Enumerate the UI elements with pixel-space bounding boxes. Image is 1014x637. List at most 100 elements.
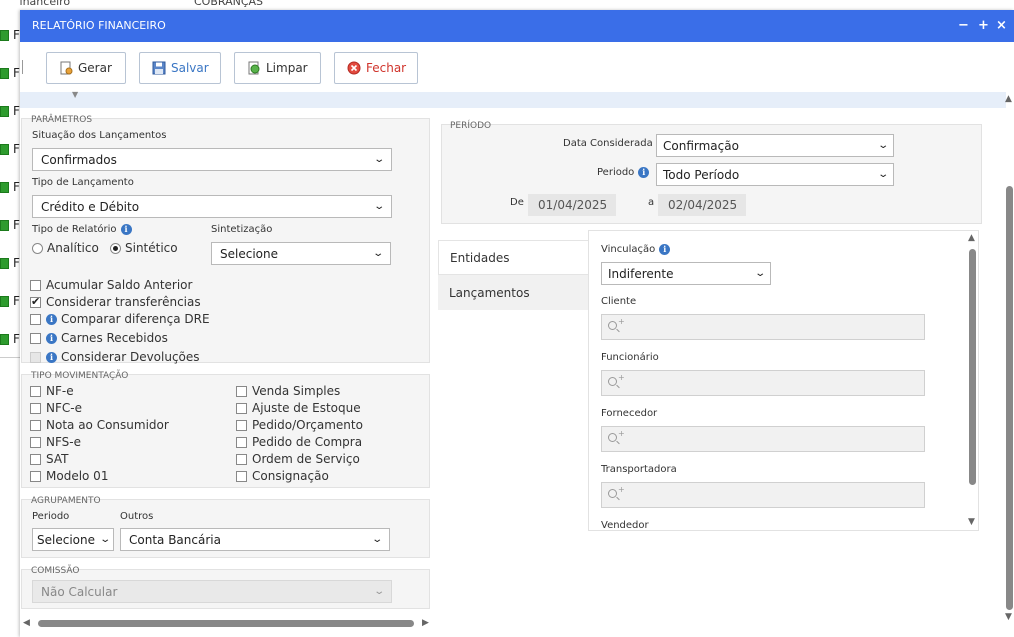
spreadsheet-icon [0,67,9,79]
chevron-down-icon: ⌄ [98,534,111,545]
panel-scrollbar[interactable]: ▲ ▼ [966,231,978,530]
tabs: Entidades Lançamentos [438,240,588,310]
info-icon[interactable]: i [46,332,57,344]
maximize-icon[interactable]: + [978,18,989,34]
info-icon[interactable]: i [46,351,57,363]
horizontal-scrollbar[interactable]: ◀ ▶ [20,616,440,630]
scrollbar-thumb[interactable] [1006,186,1013,610]
modelo01-checkbox[interactable]: Modelo 01 [30,469,108,483]
periodo-select[interactable]: Todo Período ⌄ [656,163,894,186]
limpar-button[interactable]: Limpar [234,52,321,84]
venda-simples-checkbox[interactable]: Venda Simples [236,384,340,398]
fechar-button[interactable]: Fechar [334,52,418,84]
agrupamento-legend: AGRUPAMENTO [31,496,101,506]
de-date-field[interactable]: 01/04/2025 [528,194,616,216]
funcionario-label: Funcionário [601,352,659,363]
agrupamento-periodo-select[interactable]: Selecione ⌄ [32,528,114,551]
fornecedor-search-input[interactable]: + [601,426,925,452]
scroll-up-icon[interactable]: ▲ [1005,94,1012,104]
bg-list-item[interactable]: F [0,103,20,119]
info-icon[interactable]: i [638,167,650,178]
nfse-checkbox[interactable]: NFS-e [30,435,81,449]
considerar-transferencias-checkbox[interactable]: Considerar transferências [30,295,201,309]
situacao-select[interactable]: Confirmados ⌄ [32,148,392,171]
bg-list-item[interactable]: F [0,217,20,233]
scroll-down-icon[interactable]: ▼ [1005,612,1012,622]
bg-list-item[interactable]: F [0,179,20,195]
cliente-label: Cliente [601,296,637,307]
consignacao-checkbox[interactable]: Consignação [236,469,329,483]
scrollbar-thumb[interactable] [969,249,976,485]
main-scrollbar[interactable]: ▲ ▼ [1004,94,1014,624]
salvar-button[interactable]: Salvar [139,52,221,84]
financial-report-dialog: RELATÓRIO FINANCEIRO − + × Gerar Salvar … [20,10,1014,637]
scrollbar-thumb[interactable] [38,620,414,627]
chevron-down-icon: ⌄ [753,268,766,279]
agrupamento-fieldset: AGRUPAMENTO Periodo Selecione ⌄ Outros Co… [21,496,430,558]
collapse-caret-icon[interactable]: ▼ [72,90,78,99]
nfce-checkbox[interactable]: NFC-e [30,401,82,415]
bg-list-item[interactable]: F [0,293,20,309]
ajuste-estoque-checkbox[interactable]: Ajuste de Estoque [236,401,361,415]
search-icon [608,321,617,330]
sintetizacao-select[interactable]: Selecione ⌄ [211,242,391,265]
cliente-search-input[interactable]: + [601,314,925,340]
tipo-lancamento-select[interactable]: Crédito e Débito ⌄ [32,195,392,218]
cancel-icon [347,61,361,75]
a-label: a [648,197,655,208]
toolbar-grip [22,60,24,74]
pedido-compra-checkbox[interactable]: Pedido de Compra [236,435,362,449]
info-icon[interactable]: i [46,313,57,325]
tab-entidades[interactable]: Entidades [438,240,588,275]
scroll-right-icon[interactable]: ▶ [422,618,429,628]
minimize-icon[interactable]: − [958,18,969,34]
spreadsheet-icon [0,333,9,345]
transportadora-search-input[interactable]: + [601,482,925,508]
bg-divider [0,357,20,358]
tipo-lancamento-label: Tipo de Lançamento [32,177,134,188]
a-date-field[interactable]: 02/04/2025 [658,194,746,216]
sat-checkbox[interactable]: SAT [30,452,68,466]
search-icon [608,433,617,442]
close-icon[interactable]: × [996,18,1007,34]
radio-analitico[interactable]: Analítico [32,241,99,255]
info-icon[interactable]: i [120,224,132,235]
scroll-left-icon[interactable]: ◀ [23,618,30,628]
gerar-button[interactable]: Gerar [46,52,126,84]
scroll-up-icon[interactable]: ▲ [968,233,975,243]
radio-button[interactable] [32,242,43,254]
outros-select[interactable]: Conta Bancária ⌄ [120,528,390,551]
chevron-down-icon: ⌄ [371,248,384,259]
funcionario-search-input[interactable]: + [601,370,925,396]
scroll-down-icon[interactable]: ▼ [968,517,975,527]
data-considerada-select[interactable]: Confirmação ⌄ [656,134,894,157]
dialog-title: RELATÓRIO FINANCEIRO [32,19,166,32]
chevron-down-icon: ⌄ [372,201,385,212]
comparar-dre-checkbox[interactable]: i Comparar diferença DRE [30,312,210,326]
spreadsheet-icon [0,105,9,117]
acumular-saldo-checkbox[interactable]: Acumular Saldo Anterior [30,278,192,292]
spreadsheet-icon [0,257,9,269]
radio-button[interactable] [110,242,121,254]
bg-list-item[interactable]: F [0,27,20,43]
tab-lancamentos[interactable]: Lançamentos [438,275,588,310]
data-considerada-label: Data Considerada [563,138,653,149]
nota-consumidor-checkbox[interactable]: Nota ao Consumidor [30,418,169,432]
pedido-orcamento-checkbox[interactable]: Pedido/Orçamento [236,418,363,432]
bg-list-item[interactable]: F [0,65,20,81]
radio-sintetico[interactable]: Sintético [110,241,178,255]
bg-list-item[interactable]: F [0,141,20,157]
info-icon[interactable]: i [659,244,671,255]
carnes-recebidos-checkbox[interactable]: i Carnes Recebidos [30,331,168,345]
vinculacao-select[interactable]: Indiferente ⌄ [601,262,771,285]
background-header: Financeiro COBRANÇAS [0,0,1014,10]
dialog-titlebar[interactable]: RELATÓRIO FINANCEIRO − + × [20,10,1014,42]
nfe-checkbox[interactable]: NF-e [30,384,74,398]
considerar-devolucoes-checkbox[interactable]: i Considerar Devoluções [30,350,200,364]
ordem-servico-checkbox[interactable]: Ordem de Serviço [236,452,360,466]
vendedor-label: Vendedor [601,520,649,531]
bg-list-item[interactable]: F [0,331,20,347]
search-icon [608,377,617,386]
bg-list-item[interactable]: F [0,255,20,271]
search-icon [608,489,617,498]
